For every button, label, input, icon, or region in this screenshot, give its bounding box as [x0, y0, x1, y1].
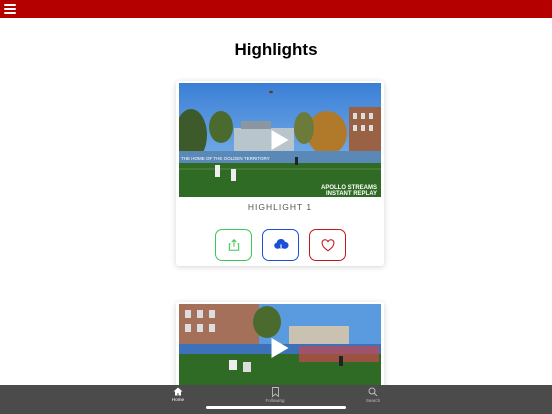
highlight-card: THE HOME OF THE GOLDEN TERRITORY APOLLO …	[176, 81, 384, 266]
tab-home[interactable]: Home	[148, 387, 208, 402]
home-indicator[interactable]	[206, 406, 346, 409]
bookmark-icon	[271, 387, 279, 397]
download-button[interactable]	[262, 229, 299, 261]
top-app-bar	[0, 0, 552, 18]
heart-icon	[321, 238, 334, 251]
overlay-text-2: INSTANT REPLAY	[326, 191, 377, 197]
play-icon[interactable]	[271, 130, 289, 150]
bottom-tab-bar: Home Following Search	[0, 385, 552, 414]
search-icon	[368, 387, 378, 397]
tab-label: Home	[171, 397, 184, 402]
cloud-download-icon	[273, 239, 289, 252]
share-button[interactable]	[215, 229, 252, 261]
video-thumbnail[interactable]: THE HOME OF THE GOLDEN TERRITORY APOLLO …	[179, 83, 381, 197]
share-icon	[228, 239, 239, 251]
home-icon	[173, 387, 183, 396]
tab-following[interactable]: Following	[245, 387, 305, 403]
tab-label: Following	[265, 398, 285, 403]
hamburger-menu-icon[interactable]	[4, 4, 16, 14]
tab-search[interactable]: Search	[343, 387, 403, 403]
page-title: Highlights	[234, 40, 318, 59]
video-thumbnail[interactable]	[179, 304, 381, 392]
play-icon[interactable]	[271, 338, 289, 358]
banner-text: THE HOME OF THE GOLDEN TERRITORY	[181, 156, 270, 161]
favorite-button[interactable]	[309, 229, 346, 261]
highlight-card	[176, 302, 384, 392]
tab-label: Search	[365, 398, 381, 403]
highlight-caption: HIGHLIGHT 1	[247, 202, 313, 212]
